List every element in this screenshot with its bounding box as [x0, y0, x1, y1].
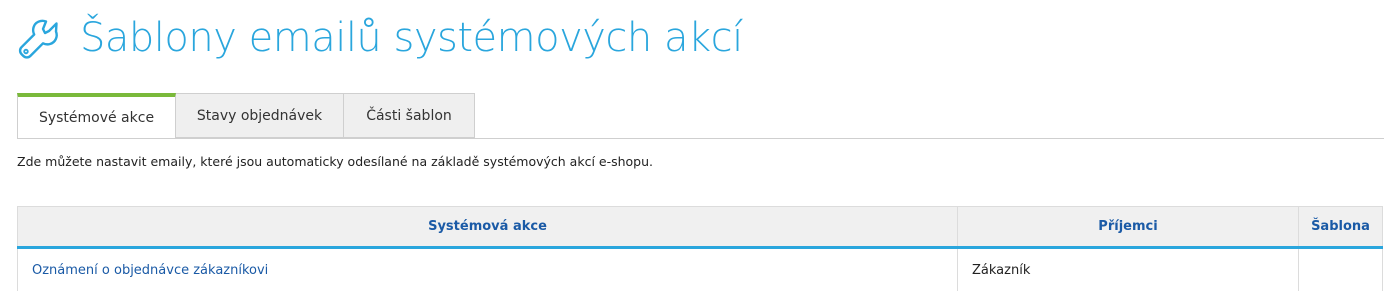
action-link[interactable]: Oznámení o objednávce zákazníkovi: [32, 263, 268, 278]
table-row: Oznámení o objednávce zákazníkovi Zákazn…: [17, 247, 1383, 291]
tab-system-actions[interactable]: Systémové akce: [17, 93, 176, 139]
column-header-action[interactable]: Systémová akce: [17, 206, 958, 249]
tab-template-parts[interactable]: Části šablon: [344, 93, 475, 138]
tab-divider: [17, 138, 1384, 139]
page: Šablony emailů systémových akcí Systémov…: [0, 0, 1400, 297]
tab-bar: Systémové akce Stavy objednávek Části ša…: [17, 93, 475, 139]
table-header-row: Systémová akce Příjemci Šablona: [17, 206, 1383, 249]
column-header-recipients[interactable]: Příjemci: [957, 206, 1299, 249]
cell-action: Oznámení o objednávce zákazníkovi: [17, 247, 958, 291]
column-header-template[interactable]: Šablona: [1298, 206, 1383, 249]
page-header: Šablony emailů systémových akcí: [16, 8, 743, 68]
cell-recipients: Zákazník: [957, 247, 1299, 291]
intro-text: Zde můžete nastavit emaily, které jsou a…: [17, 154, 654, 169]
wrench-icon: [18, 19, 58, 59]
page-title: Šablony emailů systémových akcí: [80, 15, 743, 61]
tab-order-states[interactable]: Stavy objednávek: [176, 93, 344, 138]
cell-template: [1298, 247, 1383, 291]
system-actions-table: Systémová akce Příjemci Šablona Oznámení…: [17, 206, 1383, 291]
